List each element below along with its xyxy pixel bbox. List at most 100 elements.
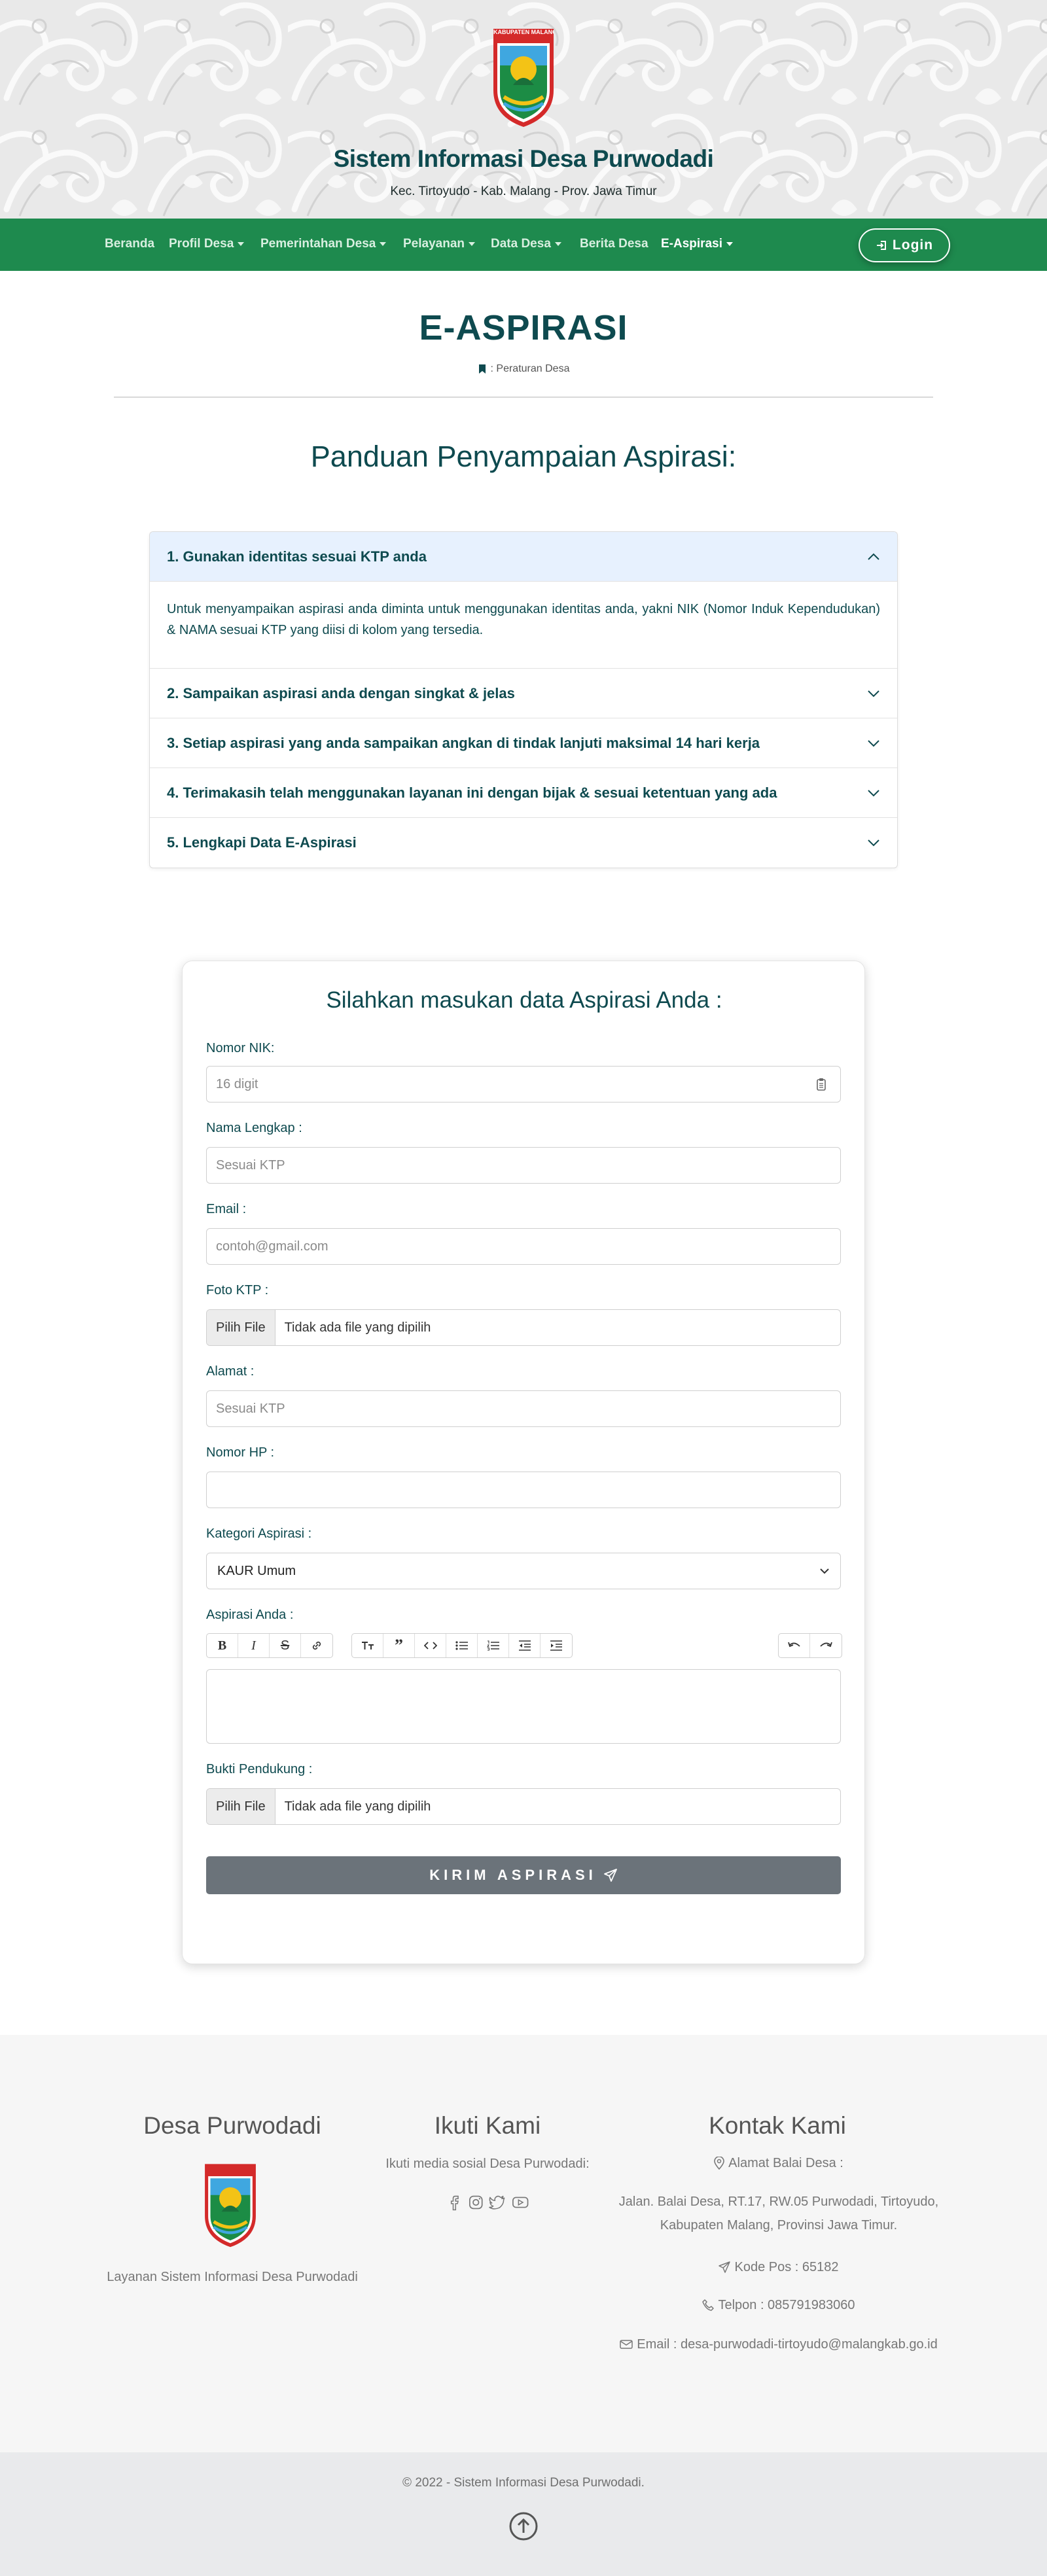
- accordion-body-1: Untuk menyampaikan aspirasi anda diminta…: [150, 582, 897, 669]
- footer-address-line1: Jalan. Balai Desa, RT.17, RW.05 Purwodad…: [618, 2195, 939, 2209]
- code-icon: [423, 1642, 437, 1650]
- format-group: B I S: [206, 1633, 333, 1658]
- code-button[interactable]: [415, 1634, 446, 1657]
- aspiration-editor[interactable]: [206, 1669, 841, 1744]
- breadcrumb-text: : Peraturan Desa: [490, 363, 570, 374]
- ktp-file-input[interactable]: Pilih File Tidak ada file yang dipilih: [206, 1309, 841, 1346]
- form-title: Silahkan masukan data Aspirasi Anda :: [326, 987, 722, 1013]
- header-banner: KABUPATEN MALANG Sistem Informasi Desa P…: [0, 0, 1047, 219]
- footer-follow-text: Ikuti media sosial Desa Purwodadi:: [385, 2157, 590, 2171]
- nav-beranda[interactable]: Beranda: [105, 237, 154, 251]
- caret-down-icon: [554, 241, 561, 246]
- redo-icon: [820, 1642, 832, 1648]
- choose-file-button[interactable]: Pilih File: [207, 1789, 275, 1824]
- category-label: Kategori Aspirasi :: [206, 1526, 312, 1541]
- aspiration-label: Aspirasi Anda :: [206, 1608, 294, 1622]
- undo-button[interactable]: [779, 1634, 810, 1657]
- link-button[interactable]: [301, 1634, 332, 1657]
- nav-pemerintahan-desa[interactable]: Pemerintahan Desa: [260, 237, 387, 251]
- guide-title: Panduan Penyampaian Aspirasi:: [310, 440, 737, 473]
- nik-label: Nomor NIK:: [206, 1041, 275, 1055]
- file-status: Tidak ada file yang dipilih: [284, 1799, 431, 1814]
- accordion-header-5[interactable]: 5. Lengkapi Data E-Aspirasi: [150, 818, 897, 868]
- caret-down-icon: [469, 241, 475, 246]
- bullet-list-icon: [455, 1641, 468, 1650]
- phone-input[interactable]: [206, 1472, 841, 1508]
- accordion-item: 3. Setiap aspirasi yang anda sampaikan a…: [150, 718, 897, 768]
- nav-pelayanan[interactable]: Pelayanan: [403, 237, 475, 251]
- youtube-icon[interactable]: [512, 2193, 529, 2212]
- logo-text: KABUPATEN MALANG: [493, 29, 554, 35]
- chevron-down-icon: [868, 739, 879, 747]
- accordion-item: 2. Sampaikan aspirasi anda dengan singka…: [150, 669, 897, 718]
- outdent-icon: [518, 1640, 531, 1651]
- footer-logo: [202, 2161, 259, 2250]
- phone-icon: [702, 2299, 715, 2311]
- chevron-down-icon: [868, 690, 879, 697]
- divider: [114, 397, 933, 398]
- instagram-icon[interactable]: [468, 2193, 484, 2212]
- evidence-file-input[interactable]: Pilih File Tidak ada file yang dipilih: [206, 1788, 841, 1825]
- social-links: [448, 2193, 529, 2213]
- bold-button[interactable]: B: [207, 1634, 238, 1657]
- accordion-header-3[interactable]: 3. Setiap aspirasi yang anda sampaikan a…: [150, 718, 897, 768]
- map-pin-icon: [714, 2157, 724, 2170]
- district-logo: [489, 25, 558, 130]
- strikethrough-button[interactable]: S: [270, 1634, 301, 1657]
- back-to-top-button[interactable]: [508, 2511, 539, 2541]
- full-name-input[interactable]: [206, 1147, 841, 1184]
- submit-aspiration-button[interactable]: KIRIM ASPIRASI: [206, 1856, 841, 1894]
- footer-address-heading: Alamat Balai Desa :: [589, 2152, 968, 2174]
- accordion-header-4[interactable]: 4. Terimakasih telah menggunakan layanan…: [150, 768, 897, 818]
- evidence-label: Bukti Pendukung :: [206, 1762, 313, 1776]
- site-title: Sistem Informasi Desa Purwodadi: [333, 145, 714, 172]
- facebook-icon[interactable]: [448, 2193, 463, 2212]
- nav-e-aspirasi[interactable]: E-Aspirasi: [661, 237, 733, 251]
- bullet-list-button[interactable]: [446, 1634, 478, 1657]
- address-label: Alamat :: [206, 1364, 255, 1379]
- footer-contact-title: Kontak Kami: [709, 2112, 846, 2139]
- nik-input[interactable]: [206, 1066, 841, 1103]
- footer-follow-title: Ikuti Kami: [434, 2112, 541, 2139]
- guide-accordion: 1. Gunakan identitas sesuai KTP anda Unt…: [149, 531, 898, 868]
- outdent-button[interactable]: [509, 1634, 541, 1657]
- undo-icon: [787, 1642, 800, 1648]
- breadcrumb: : Peraturan Desa: [0, 363, 1047, 375]
- file-status: Tidak ada file yang dipilih: [284, 1320, 431, 1335]
- redo-button[interactable]: [810, 1634, 842, 1657]
- indent-button[interactable]: [541, 1634, 572, 1657]
- heading-button[interactable]: [352, 1634, 383, 1657]
- accordion-header-1[interactable]: 1. Gunakan identitas sesuai KTP anda: [150, 532, 897, 582]
- footer-postal: Kode Pos : 65182: [589, 2256, 968, 2278]
- send-icon: [719, 2261, 731, 2273]
- nav-profil-desa[interactable]: Profil Desa: [169, 237, 245, 251]
- chevron-down-icon: [868, 839, 879, 847]
- clipboard-icon: [817, 1078, 826, 1091]
- nav-berita-desa[interactable]: Berita Desa: [580, 237, 648, 251]
- accordion-item: 4. Terimakasih telah menggunakan layanan…: [150, 768, 897, 818]
- login-button[interactable]: Login: [859, 228, 950, 262]
- footer-address-line2: Kabupaten Malang, Provinsi Jawa Timur.: [660, 2218, 898, 2232]
- copyright-text: © 2022 - Sistem Informasi Desa Purwodadi…: [402, 2476, 645, 2490]
- send-icon: [603, 1869, 617, 1882]
- site-subtitle: Kec. Tirtoyudo - Kab. Malang - Prov. Jaw…: [390, 185, 657, 198]
- bookmark-icon: [478, 364, 486, 374]
- ktp-photo-label: Foto KTP :: [206, 1283, 269, 1297]
- numbered-list-button[interactable]: [478, 1634, 509, 1657]
- indent-icon: [550, 1640, 562, 1651]
- email-input[interactable]: [206, 1228, 841, 1265]
- twitter-icon[interactable]: [489, 2193, 506, 2212]
- quote-button[interactable]: ”: [383, 1634, 415, 1657]
- accordion-header-2[interactable]: 2. Sampaikan aspirasi anda dengan singka…: [150, 669, 897, 718]
- address-input[interactable]: [206, 1390, 841, 1427]
- nav-data-desa[interactable]: Data Desa: [491, 237, 561, 251]
- category-select[interactable]: KAUR Umum: [206, 1553, 841, 1589]
- block-group: ”: [351, 1633, 573, 1658]
- footer-village-text: Layanan Sistem Informasi Desa Purwodadi: [107, 2270, 358, 2284]
- chevron-up-icon: [868, 553, 879, 560]
- italic-button[interactable]: I: [238, 1634, 270, 1657]
- aspiration-form-card: Silahkan masukan data Aspirasi Anda : No…: [182, 961, 865, 1964]
- choose-file-button[interactable]: Pilih File: [207, 1310, 275, 1345]
- editor-toolbar: B I S ”: [206, 1633, 842, 1659]
- arrow-up-circle-icon: [509, 2512, 538, 2541]
